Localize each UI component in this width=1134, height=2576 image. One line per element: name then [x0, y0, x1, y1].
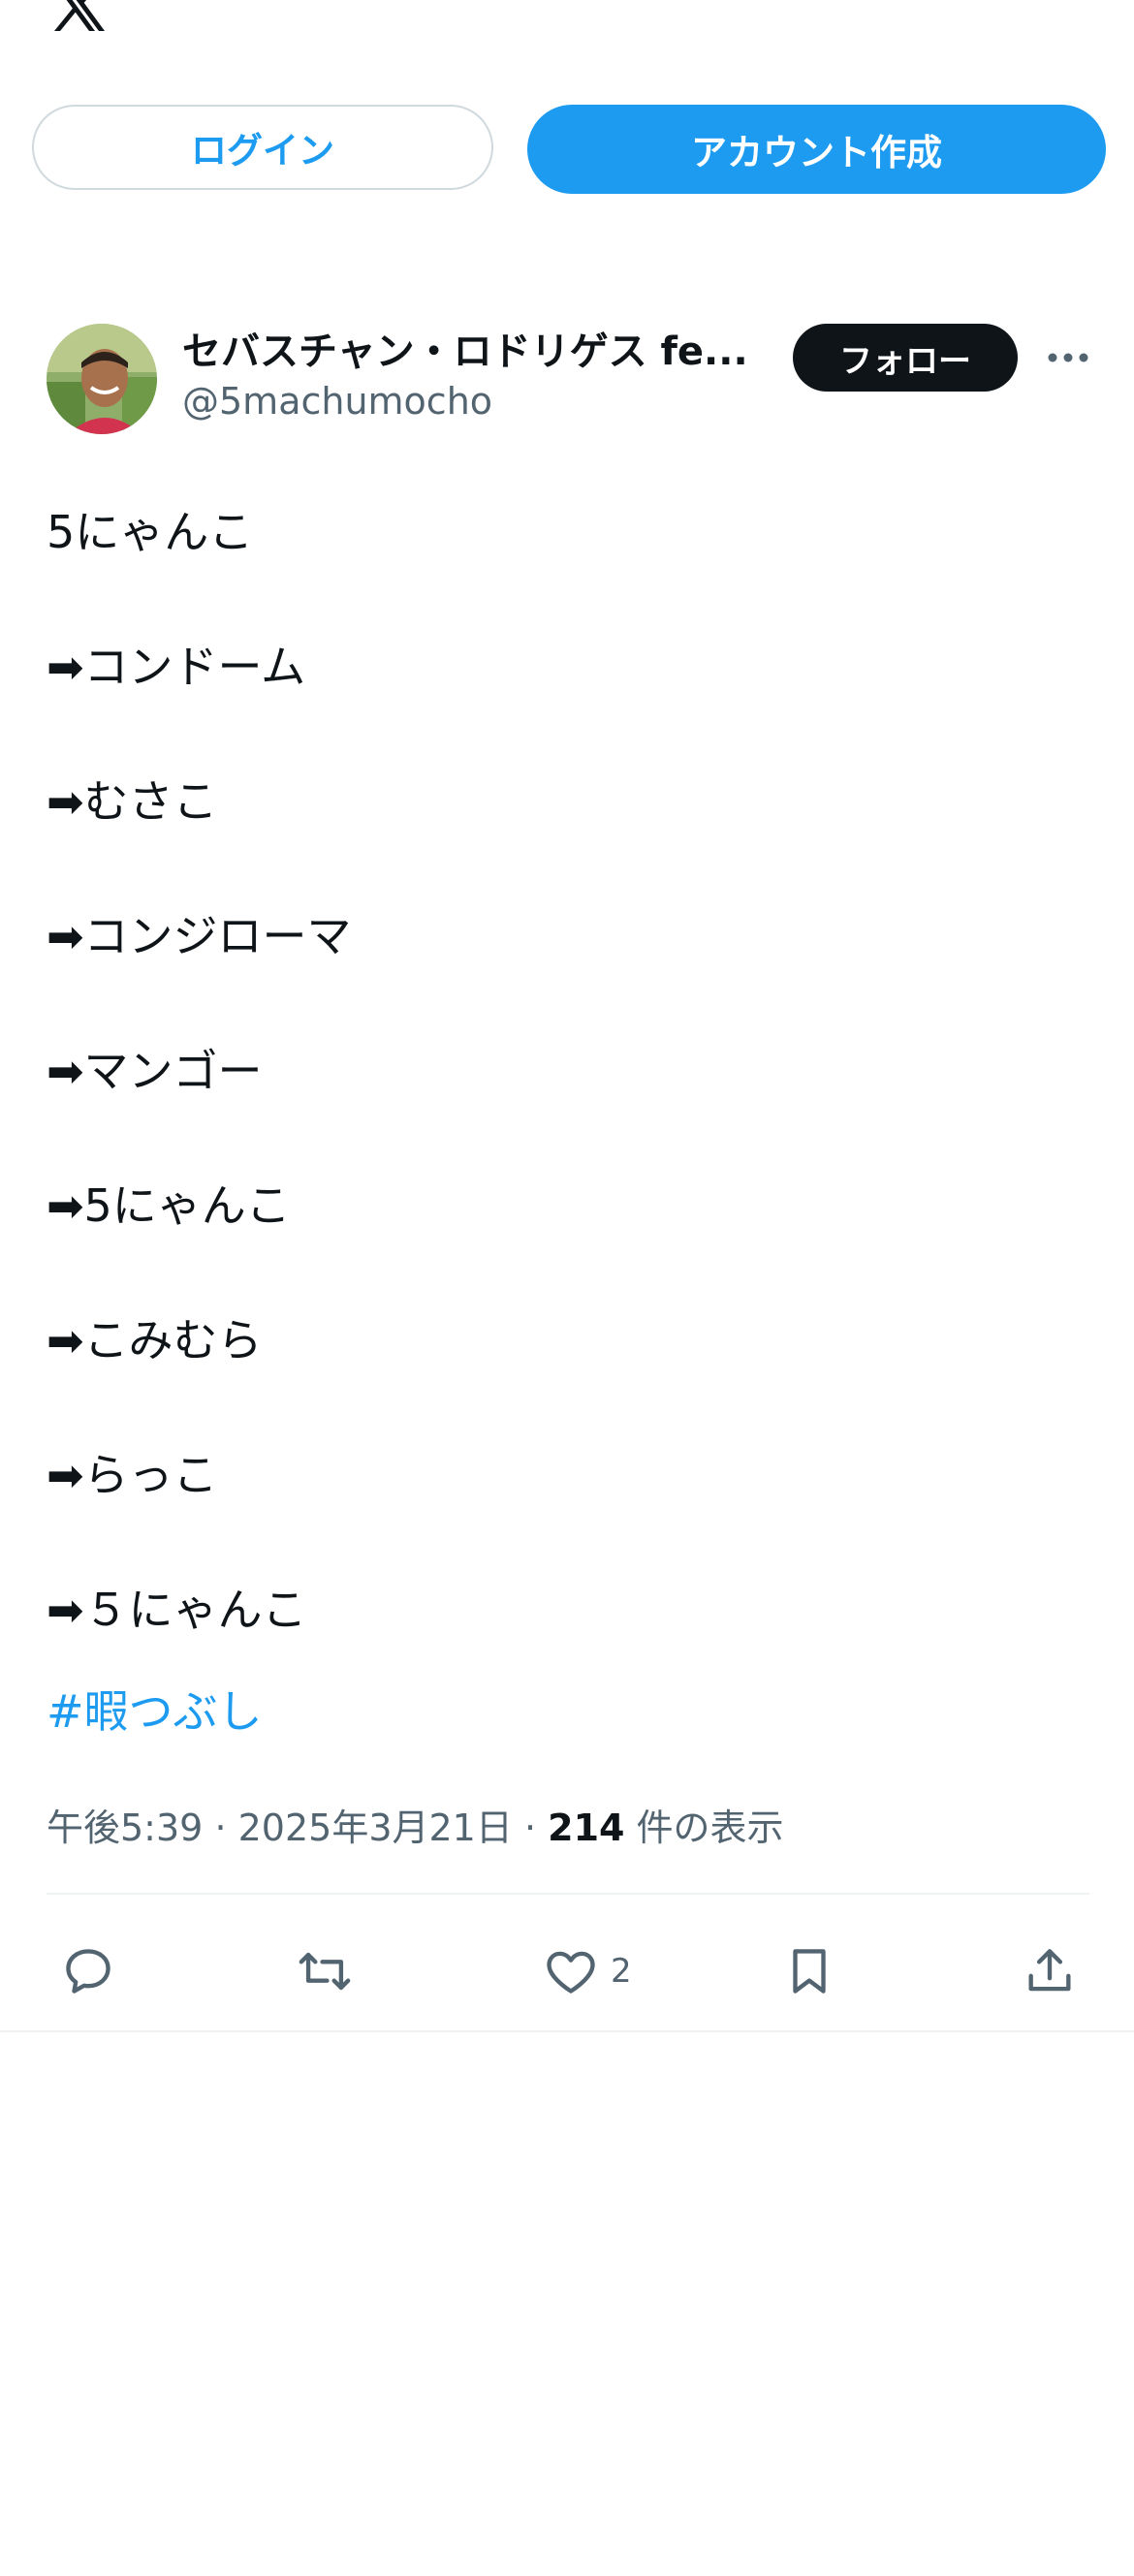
tweet-date[interactable]: 2025年3月21日	[238, 1806, 513, 1849]
author-name[interactable]: セバスチャン・ロドリゲス fe...	[182, 320, 783, 376]
signup-button[interactable]: アカウント作成	[527, 105, 1106, 194]
tweet-line: ➡︎５にゃんこ	[47, 1584, 307, 1636]
retweet-icon	[299, 1952, 351, 1991]
more-dots-icon[interactable]	[1047, 343, 1089, 372]
heart-icon	[547, 1951, 595, 1994]
hashtag-link[interactable]: #暇つぶし	[47, 1677, 263, 1741]
tweet-line: ➡︎コンドーム	[47, 641, 306, 693]
reply-icon	[66, 1949, 110, 1994]
views-count: 214	[548, 1806, 625, 1849]
tweet-line: 5にゃんこ	[47, 506, 254, 558]
bookmark-icon	[793, 1949, 826, 1994]
tweet-line: ➡︎むさこ	[47, 775, 218, 828]
retweet-button[interactable]	[297, 1923, 353, 2020]
more-dots-icon[interactable]	[1033, 0, 1087, 14]
divider	[47, 1893, 1089, 1895]
divider	[0, 2030, 1134, 2032]
avatar-image	[47, 324, 157, 434]
tweet-line: ➡︎こみむら	[47, 1314, 263, 1367]
reply-button[interactable]	[60, 1923, 116, 2020]
author-handle[interactable]: @5machumocho	[182, 380, 492, 423]
views-label: 件の表示	[636, 1806, 784, 1849]
meta-separator: ·	[523, 1806, 549, 1849]
tweet-line: ➡︎コンジローマ	[47, 910, 352, 962]
tweet-actions: 2	[0, 1923, 1134, 2020]
auth-buttons: ログイン アカウント作成	[32, 105, 1106, 194]
like-button[interactable]: 2	[543, 1923, 632, 2020]
tweet-text: 5にゃんこ ➡︎コンドーム ➡︎むさこ ➡︎コンジローマ ➡︎マンゴー ➡︎5に…	[47, 465, 1093, 1678]
tweet-time[interactable]: 午後5:39	[47, 1806, 203, 1849]
meta-separator: ·	[214, 1806, 238, 1849]
login-button[interactable]: ログイン	[32, 105, 493, 190]
top-bar	[0, 0, 1134, 78]
follow-button[interactable]: フォロー	[793, 324, 1018, 392]
tweet-line: ➡︎5にゃんこ	[47, 1179, 291, 1232]
avatar[interactable]	[47, 324, 157, 434]
share-button[interactable]	[1022, 1923, 1078, 2020]
bookmark-button[interactable]	[781, 1923, 837, 2020]
x-logo-icon[interactable]	[47, 0, 110, 31]
tweet-meta: 午後5:39 · 2025年3月21日 · 214 件の表示	[47, 1798, 784, 1851]
tweet-line: ➡︎マンゴー	[47, 1045, 263, 1097]
tweet-line: ➡︎らっこ	[47, 1449, 218, 1501]
share-icon	[1028, 1949, 1071, 1992]
like-count: 2	[611, 1952, 632, 1991]
